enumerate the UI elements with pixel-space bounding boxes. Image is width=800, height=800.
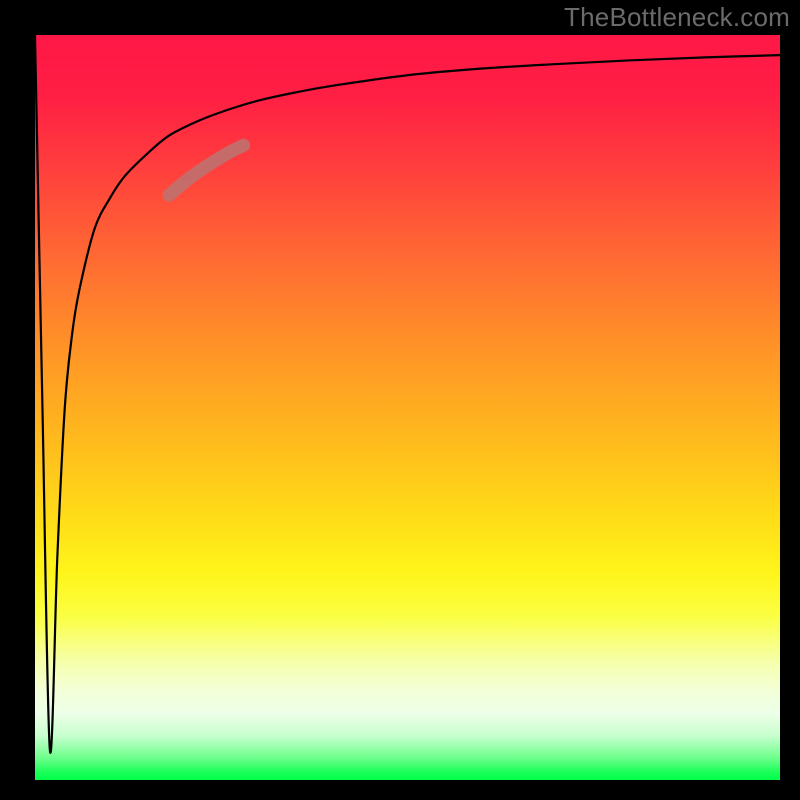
highlight-segment [169, 145, 244, 195]
watermark-text: TheBottleneck.com [564, 2, 790, 33]
plot-area [35, 35, 780, 780]
chart-frame: TheBottleneck.com [0, 0, 800, 800]
curve-svg [35, 35, 780, 780]
bottleneck-curve [35, 35, 780, 753]
